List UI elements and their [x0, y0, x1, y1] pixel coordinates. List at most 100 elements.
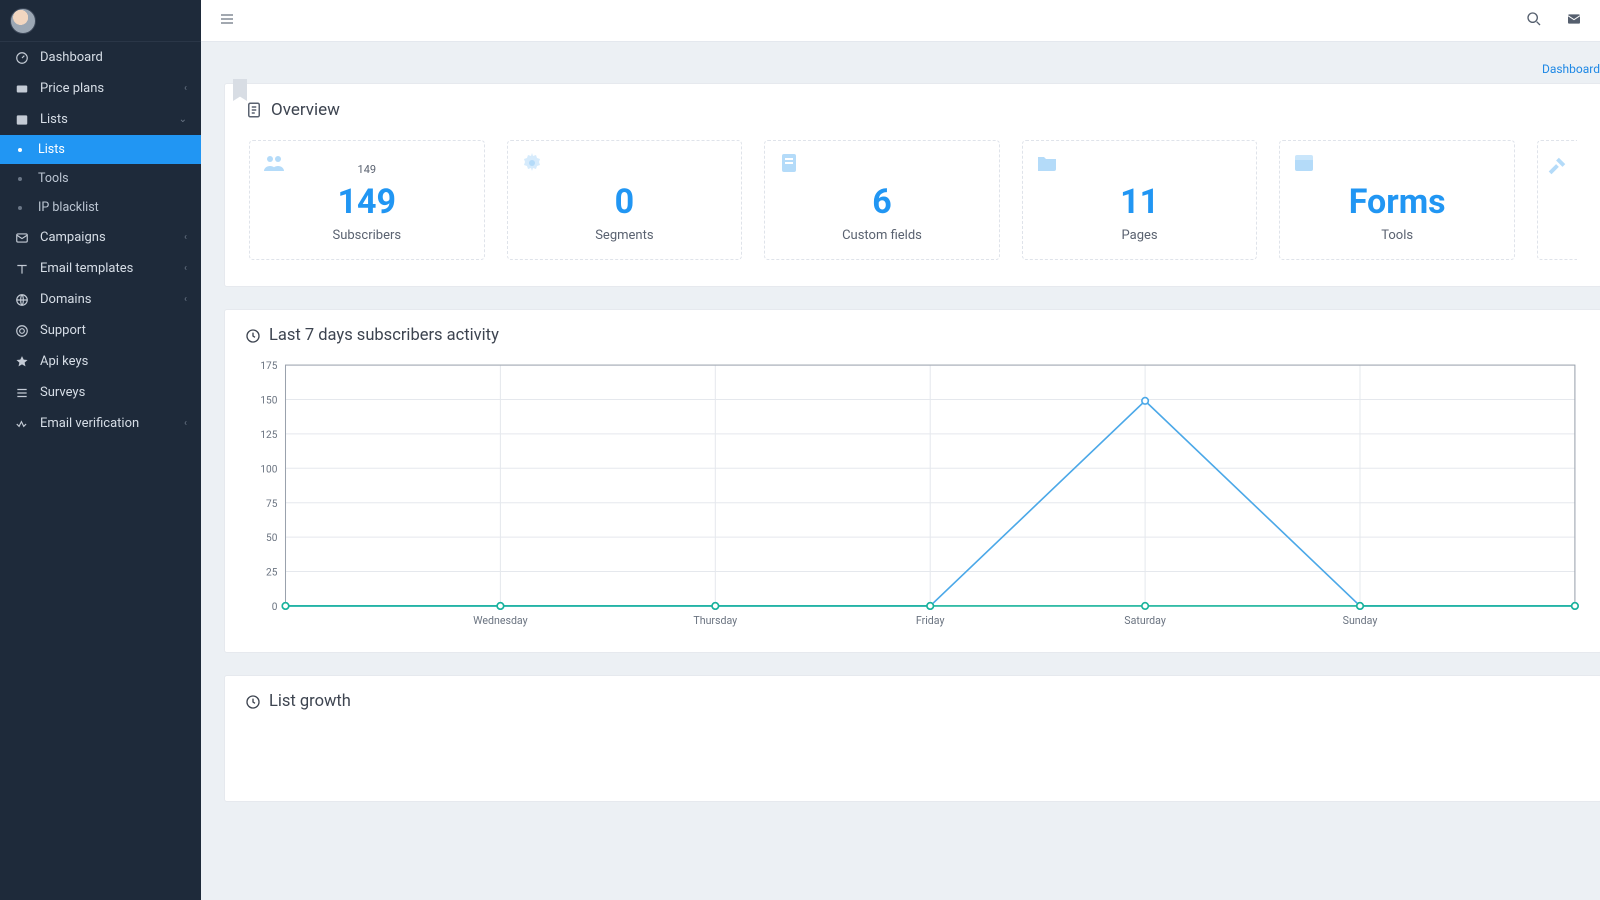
- gauge-icon: [14, 51, 30, 65]
- topbar-actions: [1526, 11, 1582, 31]
- bullet-icon: [18, 177, 22, 181]
- hamburger-icon[interactable]: [219, 11, 235, 31]
- stat-segments[interactable]: 0 Segments: [507, 140, 743, 260]
- sidebar-item-domains[interactable]: Domains ‹: [0, 284, 201, 315]
- activity-card: Last 7 days subscribers activity 0 25 50 75…: [224, 309, 1600, 653]
- line-chart: 0 25 50 75 100 125 150 175 Wednesday Thursday Frid…: [245, 359, 1581, 632]
- folder-icon: [1035, 151, 1059, 181]
- sidebar-item-email-templates[interactable]: Email templates ‹: [0, 253, 201, 284]
- stat-mini: 149: [260, 163, 474, 176]
- topbar: [201, 0, 1600, 42]
- gear-icon: [520, 151, 544, 181]
- check-badge-icon: [14, 417, 30, 431]
- avatar-row[interactable]: [0, 0, 201, 42]
- avatar: [10, 8, 36, 34]
- stat-value: 11: [1033, 182, 1247, 222]
- breadcrumb-link-dashboard[interactable]: Dashboard: [1542, 62, 1600, 76]
- activity-title-text: Last 7 days subscribers activity: [269, 326, 499, 345]
- svg-text:Wednesday: Wednesday: [473, 614, 528, 627]
- users-icon: [262, 151, 286, 181]
- stat-label: Tools: [1290, 228, 1504, 243]
- sidebar-item-label: Domains: [40, 292, 91, 307]
- chevron-left-icon: ‹: [184, 232, 187, 243]
- stat-value: 6: [775, 182, 989, 222]
- svg-text:Thursday: Thursday: [693, 614, 737, 627]
- clock-icon: [245, 694, 261, 710]
- lifebuoy-icon: [14, 324, 30, 338]
- growth-title-text: List growth: [269, 692, 351, 711]
- growth-card: List growth: [224, 675, 1600, 802]
- sidebar-item-surveys[interactable]: Surveys: [0, 377, 201, 408]
- svg-text:Friday: Friday: [916, 614, 945, 627]
- mail-icon[interactable]: [1566, 11, 1582, 31]
- chevron-left-icon: ‹: [184, 294, 187, 305]
- chevron-down-icon: ⌄: [179, 114, 187, 125]
- stat-more[interactable]: [1537, 140, 1577, 260]
- activity-chart: 0 25 50 75 100 125 150 175 Wednesday Thursday Frid…: [225, 355, 1600, 652]
- sidebar-item-label: Lists: [40, 112, 68, 127]
- stat-mini: [1033, 163, 1247, 176]
- stat-label: Subscribers: [260, 228, 474, 243]
- sidebar-subitem-label: Tools: [38, 171, 69, 186]
- stat-custom-fields[interactable]: 6 Custom fields: [764, 140, 1000, 260]
- svg-text:Saturday: Saturday: [1124, 614, 1166, 627]
- sidebar-item-label: Surveys: [40, 385, 85, 400]
- svg-text:Sunday: Sunday: [1343, 614, 1378, 627]
- stats-row: 149 149 Subscribers 0 Segments 6 Custom …: [225, 134, 1600, 260]
- svg-text:175: 175: [260, 361, 277, 372]
- sidebar-item-email-verification[interactable]: Email verification ‹: [0, 408, 201, 439]
- sidebar-subitem-label: IP blacklist: [38, 200, 99, 215]
- type-icon: [14, 262, 30, 276]
- sidebar-sublist-lists: Lists Tools IP blacklist: [0, 135, 201, 222]
- stat-label: Custom fields: [775, 228, 989, 243]
- sidebar-item-label: Api keys: [40, 354, 88, 369]
- sidebar-item-label: Support: [40, 323, 86, 338]
- sidebar-item-label: Email verification: [40, 416, 139, 431]
- window-icon: [1292, 151, 1316, 181]
- sidebar-subitem-ip-blacklist[interactable]: IP blacklist: [0, 193, 201, 222]
- sidebar-subitem-lists[interactable]: Lists: [0, 135, 201, 164]
- sidebar-subitem-tools[interactable]: Tools: [0, 164, 201, 193]
- breadcrumb: Dashboard: [201, 42, 1600, 83]
- sidebar-item-support[interactable]: Support: [0, 315, 201, 346]
- svg-text:150: 150: [260, 396, 277, 407]
- stat-mini: [775, 163, 989, 176]
- hammer-icon: [1538, 155, 1577, 183]
- chevron-left-icon: ‹: [184, 83, 187, 94]
- bullet-icon: [18, 148, 22, 152]
- stat-subscribers[interactable]: 149 149 Subscribers: [249, 140, 485, 260]
- sidebar-item-dashboard[interactable]: Dashboard: [0, 42, 201, 73]
- overview-title-text: Overview: [271, 100, 340, 120]
- stat-forms[interactable]: Forms Tools: [1279, 140, 1515, 260]
- chevron-left-icon: ‹: [184, 418, 187, 429]
- sidebar-subitem-label: Lists: [38, 142, 65, 157]
- svg-text:125: 125: [260, 430, 277, 441]
- svg-text:25: 25: [266, 568, 278, 579]
- sidebar-item-price-plans[interactable]: Price plans ‹: [0, 73, 201, 104]
- chevron-left-icon: ‹: [184, 263, 187, 274]
- sidebar-item-api-keys[interactable]: Api keys: [0, 346, 201, 377]
- list-check-icon: [14, 386, 30, 400]
- svg-text:100: 100: [260, 464, 277, 475]
- svg-text:0: 0: [272, 602, 278, 613]
- svg-text:75: 75: [266, 499, 278, 510]
- activity-title: Last 7 days subscribers activity: [225, 310, 1600, 355]
- stat-value: 149: [260, 182, 474, 222]
- stat-pages[interactable]: 11 Pages: [1022, 140, 1258, 260]
- envelope-icon: [14, 231, 30, 245]
- search-icon[interactable]: [1526, 11, 1542, 31]
- clipboard-icon: [245, 101, 263, 119]
- stat-value: Forms: [1290, 182, 1504, 222]
- svg-text:50: 50: [266, 533, 278, 544]
- sidebar-item-label: Dashboard: [40, 50, 103, 65]
- stat-label: Pages: [1033, 228, 1247, 243]
- stat-mini: [518, 163, 732, 176]
- sidebar-item-lists[interactable]: Lists ⌄: [0, 104, 201, 135]
- sidebar-item-label: Email templates: [40, 261, 133, 276]
- sidebar-item-campaigns[interactable]: Campaigns ‹: [0, 222, 201, 253]
- card-icon: [14, 82, 30, 96]
- growth-title: List growth: [225, 676, 1600, 721]
- sidebar: Dashboard Price plans ‹ Lists ⌄ Lists To…: [0, 0, 201, 900]
- bullet-icon: [18, 206, 22, 210]
- main-content: Dashboard Overview 149 149 Subscribers 0…: [201, 42, 1600, 900]
